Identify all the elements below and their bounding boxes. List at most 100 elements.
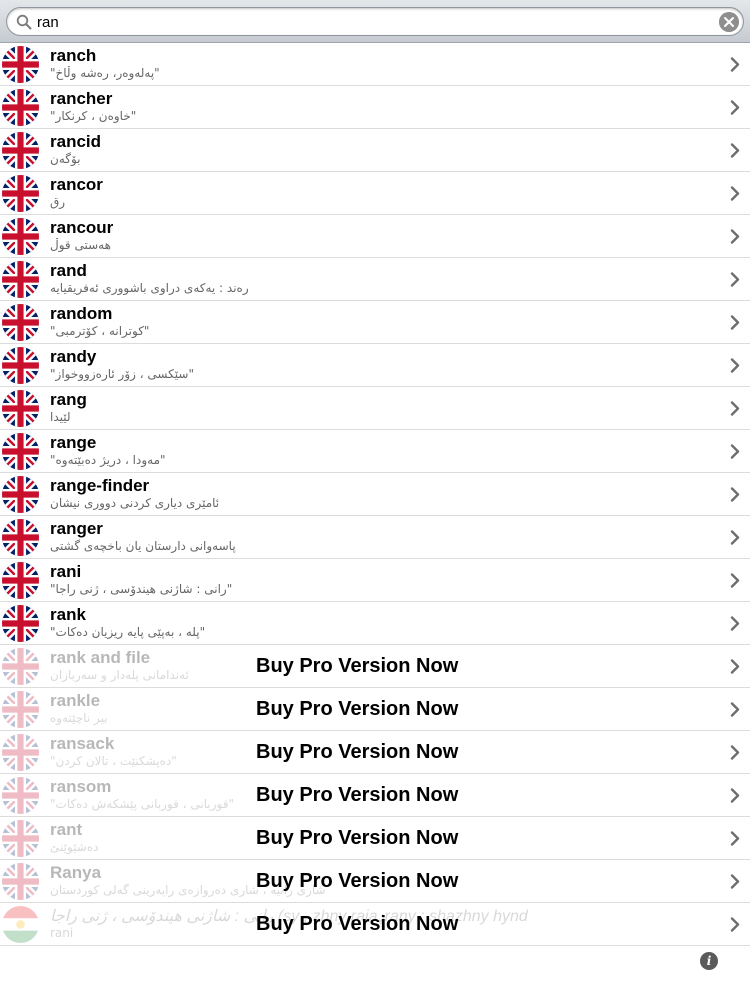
list-item[interactable]: random "کوترانە ، کۆترمبی" — [0, 301, 750, 344]
uk-flag-icon — [2, 89, 39, 126]
entry-translation: "مەودا ، دریژ دەبێتەوە" — [50, 453, 166, 467]
uk-flag-icon — [2, 691, 39, 728]
entry-word: rancid — [50, 132, 102, 151]
list-item[interactable]: ransom "قوربانی ، قوربانی پێشکەش دەکات" Bu… — [0, 774, 750, 817]
entry-word: rancour — [50, 218, 114, 237]
list-item[interactable]: range-finder ئامێری دیاری کردنی دووری نیش… — [0, 473, 750, 516]
uk-flag-icon — [2, 132, 39, 169]
uk-flag-icon — [2, 605, 39, 642]
chevron-right-icon — [730, 573, 740, 588]
buy-pro-label[interactable]: Buy Pro Version Now — [256, 784, 458, 807]
uk-flag-icon — [2, 175, 39, 212]
uk-flag-icon — [2, 433, 39, 470]
entry-translation: "کوترانە ، کۆترمبی" — [50, 324, 150, 338]
uk-flag-icon — [2, 304, 39, 341]
chevron-right-icon — [730, 401, 740, 416]
entry-translation: رەند : یەکەی دراوی باشووری ئەفریقیایە — [50, 281, 249, 295]
entry-translation: بۆگەن — [50, 152, 81, 166]
uk-flag-icon — [2, 347, 39, 384]
chevron-right-icon — [730, 186, 740, 201]
uk-flag-icon — [2, 261, 39, 298]
list-item[interactable]: rani "رانی : شاژنی هیندۆسی ، ژنی راجا" — [0, 559, 750, 602]
chevron-right-icon — [730, 745, 740, 760]
entry-word: rancor — [50, 175, 103, 194]
entry-translation: لێیدا — [50, 410, 71, 424]
chevron-right-icon — [730, 917, 740, 932]
entry-word: rand — [50, 261, 87, 280]
buy-pro-label[interactable]: Buy Pro Version Now — [256, 698, 458, 721]
search-input[interactable] — [37, 10, 717, 34]
uk-flag-icon — [2, 863, 39, 900]
chevron-right-icon — [730, 831, 740, 846]
entry-word: ransom — [50, 777, 112, 796]
uk-flag-icon — [2, 218, 39, 255]
chevron-right-icon — [730, 315, 740, 330]
search-field[interactable] — [6, 7, 744, 36]
entry-word: randy — [50, 347, 97, 366]
entry-translation: هەستی قوڵ — [50, 238, 111, 252]
chevron-right-icon — [730, 659, 740, 674]
chevron-right-icon — [730, 702, 740, 717]
list-item[interactable]: rand رەند : یەکەی دراوی باشووری ئەفریقیای… — [0, 258, 750, 301]
clear-search-icon[interactable] — [719, 12, 739, 32]
buy-pro-label[interactable]: Buy Pro Version Now — [256, 913, 458, 936]
chevron-right-icon — [730, 874, 740, 889]
list-item[interactable]: ranch "پەلەوەر، رەشە وڵاخ" — [0, 43, 750, 86]
uk-flag-icon — [2, 476, 39, 513]
list-item[interactable]: rang لێیدا — [0, 387, 750, 430]
entry-word: rank and file — [50, 648, 151, 667]
entry-word: ranch — [50, 46, 97, 65]
search-icon — [16, 14, 32, 30]
chevron-right-icon — [730, 143, 740, 158]
list-item[interactable]: rankle بیر ناچێتەوە Buy Pro Version Now — [0, 688, 750, 731]
chevron-right-icon — [730, 530, 740, 545]
list-item[interactable]: ranger پاسەوانی دارستان یان باخچەی گشتی — [0, 516, 750, 559]
list-item[interactable]: rank and file ئەندامانی پلەدار و سەربازان… — [0, 645, 750, 688]
chevron-right-icon — [730, 272, 740, 287]
uk-flag-icon — [2, 648, 39, 685]
entry-translation: ئامێری دیاری کردنی دووری نیشان — [50, 496, 220, 510]
buy-pro-label[interactable]: Buy Pro Version Now — [256, 870, 458, 893]
uk-flag-icon — [2, 46, 39, 83]
entry-word: rankle — [50, 691, 101, 710]
list-item[interactable]: rancour هەستی قوڵ — [0, 215, 750, 258]
chevron-right-icon — [730, 487, 740, 502]
list-item[interactable]: rancher "خاوەن ، کرنکار" — [0, 86, 750, 129]
search-bar — [0, 0, 750, 43]
list-item[interactable]: رانی : شاژنی هیندۆسی ، ژنی راجا (sy , zh… — [0, 903, 750, 946]
chevron-right-icon — [730, 788, 740, 803]
list-item[interactable]: rank "پلە ، بەپێی پایە ریزیان دەکات" — [0, 602, 750, 645]
chevron-right-icon — [730, 57, 740, 72]
entry-word: random — [50, 304, 113, 323]
uk-flag-icon — [2, 519, 39, 556]
list-item[interactable]: range "مەودا ، دریژ دەبێتەوە" — [0, 430, 750, 473]
chevron-right-icon — [730, 358, 740, 373]
list-item[interactable]: ransack "دەپشکنێت ، تالان کردن" Buy Pro Ve… — [0, 731, 750, 774]
entry-word: Ranya — [50, 863, 102, 882]
uk-flag-icon — [2, 820, 39, 857]
entry-translation: رق — [50, 195, 66, 209]
entry-translation: "پەلەوەر، رەشە وڵاخ" — [50, 66, 160, 80]
chevron-right-icon — [730, 229, 740, 244]
list-item[interactable]: rancid بۆگەن — [0, 129, 750, 172]
chevron-right-icon — [730, 616, 740, 631]
buy-pro-label[interactable]: Buy Pro Version Now — [256, 655, 458, 678]
uk-flag-icon — [2, 562, 39, 599]
entry-word: rant — [50, 820, 83, 839]
entry-translation: "سێکسی ، زۆر ئارەزووخواز" — [50, 367, 194, 381]
info-icon[interactable]: i — [700, 952, 718, 970]
entry-word: rancher — [50, 89, 113, 108]
buy-pro-label[interactable]: Buy Pro Version Now — [256, 741, 458, 764]
entry-word: ranger — [50, 519, 103, 538]
list-item[interactable]: randy "سێکسی ، زۆر ئارەزووخواز" — [0, 344, 750, 387]
list-item[interactable]: rancor رق — [0, 172, 750, 215]
buy-pro-label[interactable]: Buy Pro Version Now — [256, 827, 458, 850]
uk-flag-icon — [2, 777, 39, 814]
uk-flag-icon — [2, 390, 39, 427]
entry-word: ransack — [50, 734, 115, 753]
entry-word: rani — [50, 562, 82, 581]
entry-word: range — [50, 433, 97, 452]
list-item[interactable]: Ranya شاری رانیە ، شاری دەروازەی راپەرینی… — [0, 860, 750, 903]
entry-translation: "پلە ، بەپێی پایە ریزیان دەکات" — [50, 625, 206, 639]
list-item[interactable]: rant دەشێوێنێ Buy Pro Version Now — [0, 817, 750, 860]
